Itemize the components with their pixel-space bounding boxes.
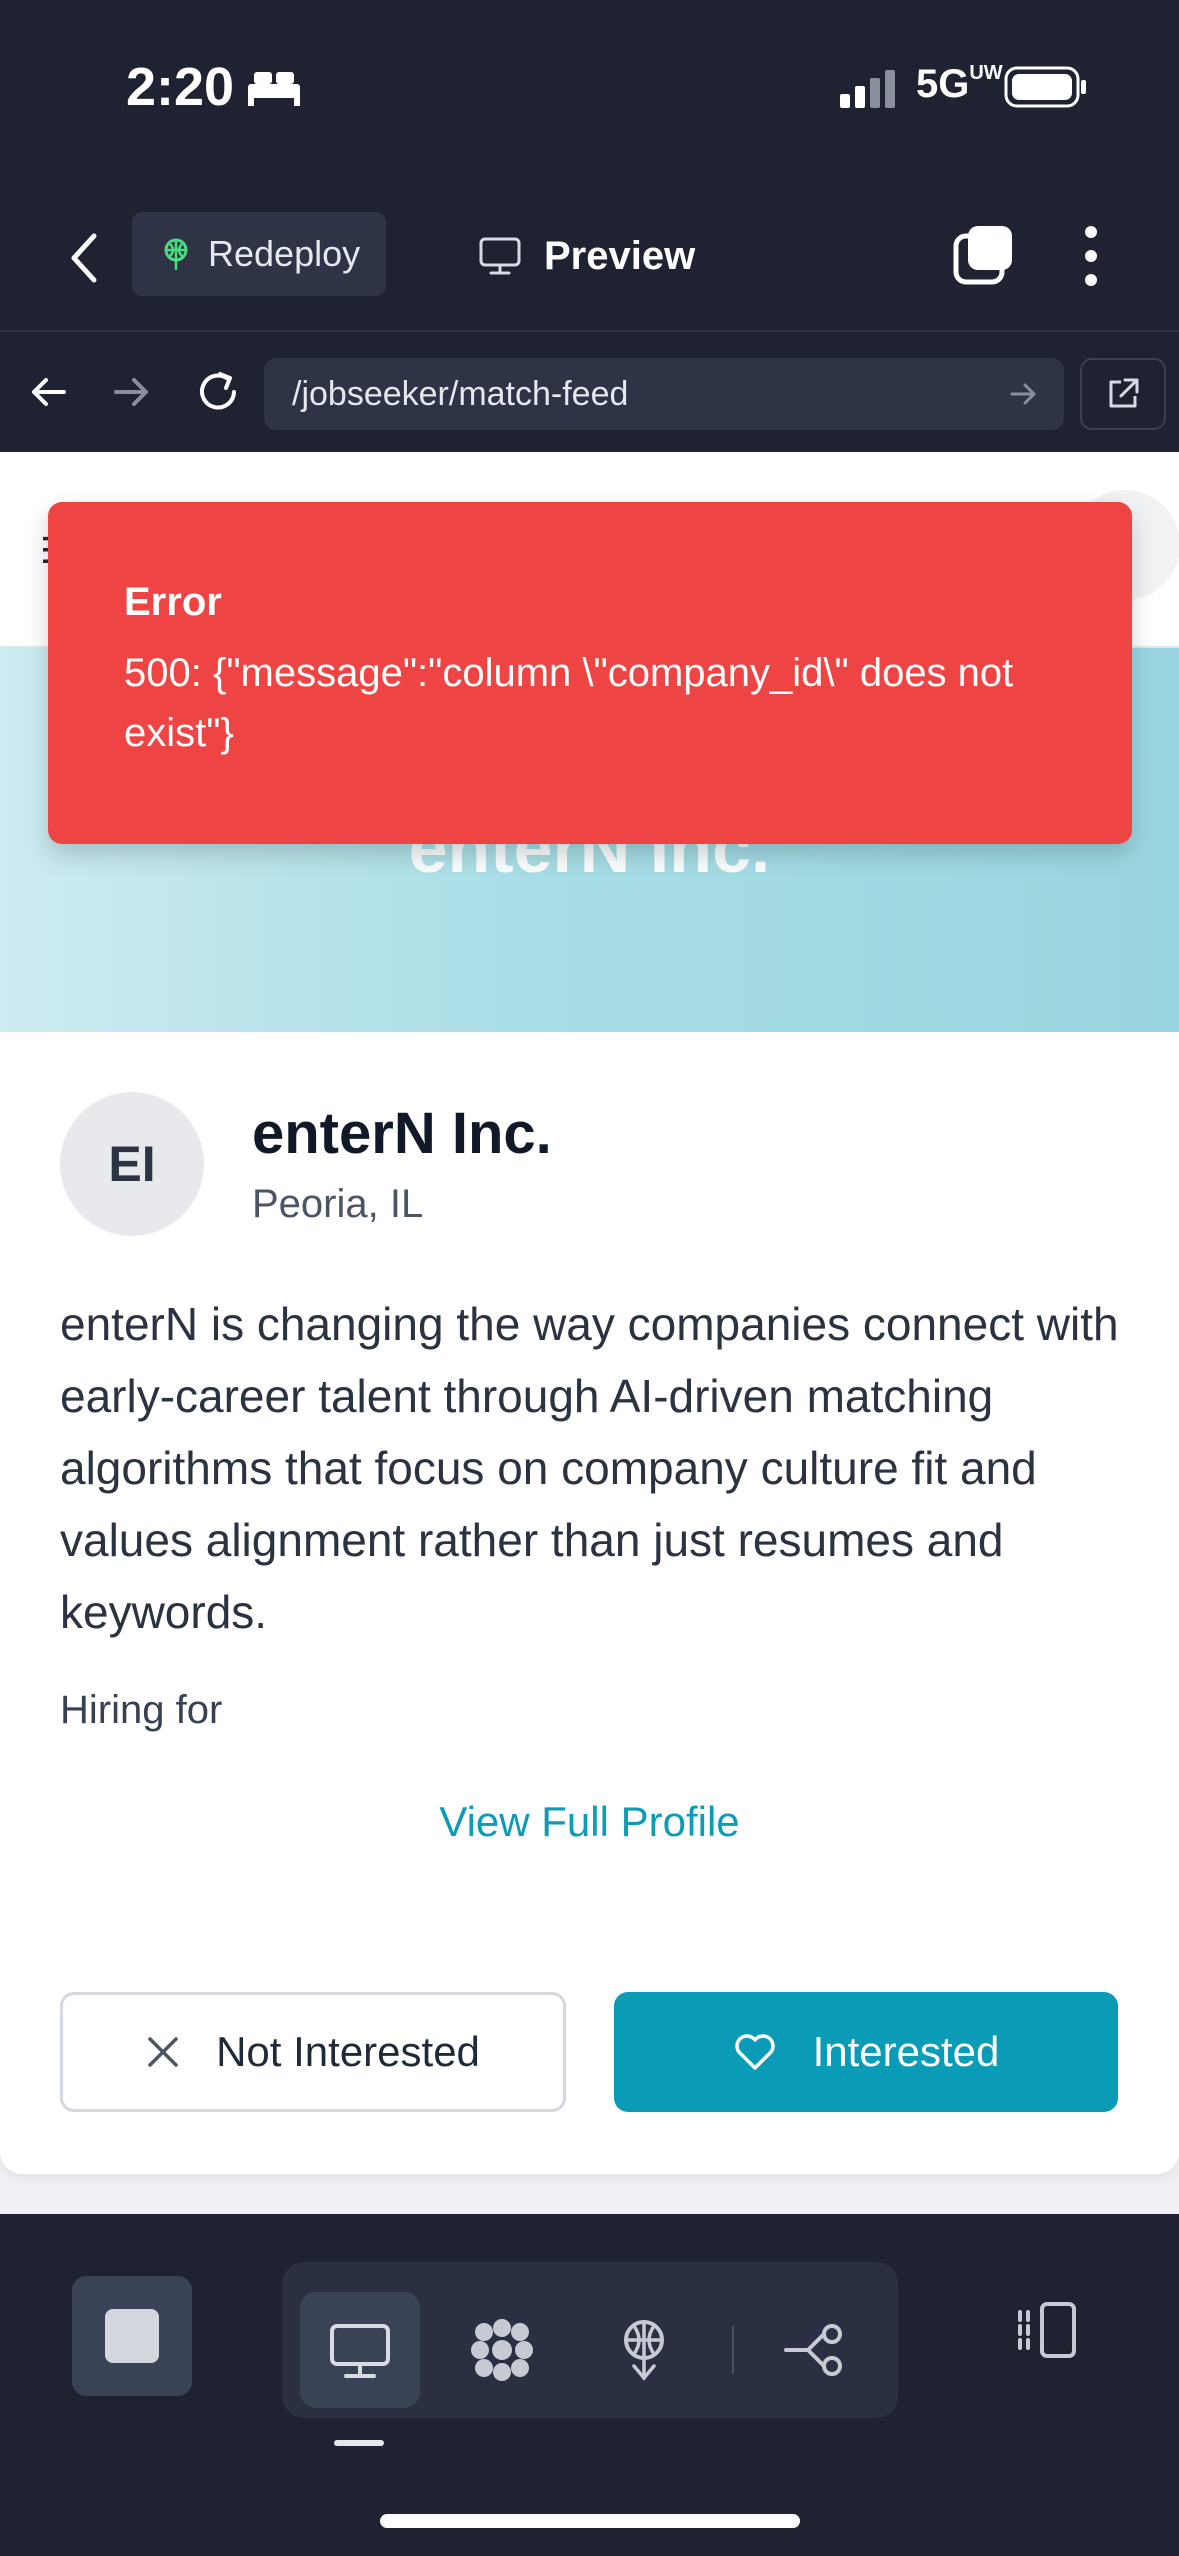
stop-button[interactable] bbox=[72, 2276, 192, 2396]
reload-icon[interactable] bbox=[194, 368, 242, 416]
network-label: 5GUW bbox=[916, 62, 1003, 106]
deployments-tool-button[interactable] bbox=[584, 2292, 704, 2408]
active-tab-indicator bbox=[334, 2440, 384, 2446]
home-indicator bbox=[380, 2514, 800, 2528]
browser-nav-bar: /jobseeker/match-feed bbox=[0, 330, 1179, 452]
company-location: Peoria, IL bbox=[252, 1182, 424, 1226]
signal-icon bbox=[840, 70, 895, 108]
interested-label: Interested bbox=[812, 2028, 1000, 2075]
company-match-card: enterN Inc. EI enterN Inc. Peoria, IL en… bbox=[0, 648, 1179, 2174]
status-bar: 2:20 5GUW bbox=[0, 0, 1179, 180]
deploy-icon bbox=[164, 238, 188, 270]
stop-icon bbox=[105, 2309, 159, 2363]
tool-switcher bbox=[282, 2262, 898, 2418]
sleep-focus-icon bbox=[248, 72, 300, 106]
more-options-icon[interactable] bbox=[1076, 224, 1106, 288]
branch-icon bbox=[784, 2324, 842, 2376]
preview-tab[interactable]: Preview bbox=[478, 216, 695, 296]
open-in-new-tab-button[interactable] bbox=[1080, 358, 1166, 430]
toast-title: Error bbox=[124, 580, 222, 624]
tabs-icon[interactable] bbox=[952, 224, 1014, 286]
hiring-for-label: Hiring for bbox=[60, 1688, 223, 1732]
url-input[interactable]: /jobseeker/match-feed bbox=[264, 358, 1064, 430]
git-tool-button[interactable] bbox=[756, 2292, 876, 2408]
interested-button[interactable]: Interested bbox=[614, 1992, 1118, 2112]
editor-toolbar: Redeploy Preview bbox=[0, 180, 1179, 330]
monitor-icon bbox=[330, 2324, 390, 2378]
company-logo: EI bbox=[60, 1092, 204, 1236]
back-chevron-icon[interactable] bbox=[64, 230, 104, 286]
bottom-tool-bar bbox=[0, 2214, 1179, 2556]
heart-icon bbox=[734, 2034, 775, 2070]
external-link-icon bbox=[1109, 378, 1139, 408]
preview-tool-button[interactable] bbox=[300, 2292, 420, 2408]
grid-blobs-icon bbox=[471, 2319, 533, 2381]
company-description: enterN is changing the way companies con… bbox=[60, 1298, 1119, 1638]
monitor-icon bbox=[479, 237, 521, 275]
redeploy-label: Redeploy bbox=[208, 233, 361, 274]
company-name: enterN Inc. bbox=[252, 1101, 552, 1166]
toolbar-divider bbox=[732, 2326, 734, 2374]
deploy-icon bbox=[624, 2320, 664, 2381]
view-full-profile-link[interactable]: View Full Profile bbox=[0, 1798, 1179, 1846]
clock: 2:20 bbox=[126, 57, 235, 117]
toast-message: 500: {"message":"column \"company_id\" d… bbox=[124, 651, 1014, 755]
panel-toggle-icon[interactable] bbox=[1010, 2294, 1082, 2366]
workflows-tool-button[interactable] bbox=[442, 2292, 562, 2408]
error-toast[interactable]: Error 500: {"message":"column \"company_… bbox=[48, 502, 1132, 844]
not-interested-label: Not Interested bbox=[216, 2028, 480, 2075]
browser-back-icon[interactable] bbox=[26, 370, 70, 414]
close-icon bbox=[148, 2037, 178, 2067]
preview-label: Preview bbox=[544, 233, 696, 278]
url-text: /jobseeker/match-feed bbox=[292, 374, 629, 413]
browser-forward-icon[interactable] bbox=[110, 370, 154, 414]
go-arrow-icon[interactable] bbox=[1010, 382, 1038, 406]
not-interested-button[interactable]: Not Interested bbox=[60, 1992, 566, 2112]
redeploy-button[interactable]: Redeploy bbox=[132, 212, 386, 296]
battery-icon bbox=[1004, 66, 1086, 108]
